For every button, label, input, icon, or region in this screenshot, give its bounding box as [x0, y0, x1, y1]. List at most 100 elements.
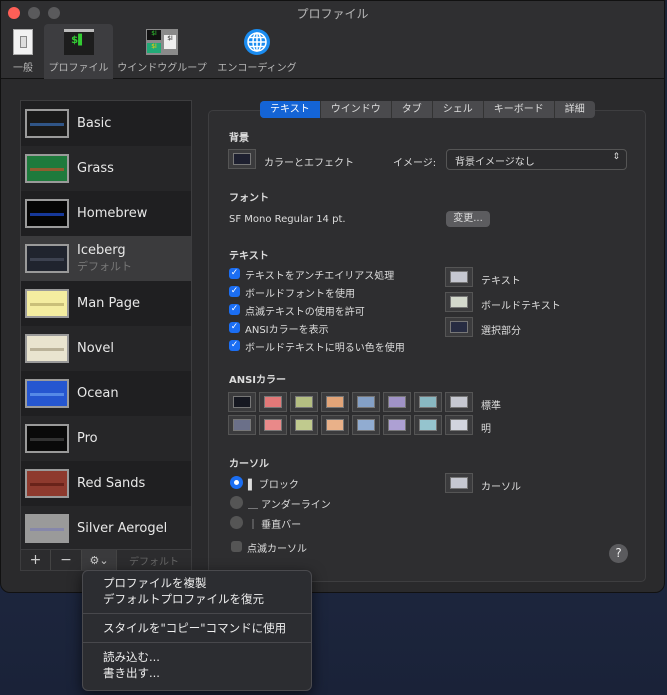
profile-item[interactable]: Man Page	[21, 281, 191, 326]
ansi-bright-color-well[interactable]	[352, 415, 380, 435]
cursor-color-well[interactable]	[445, 473, 473, 493]
profile-thumbnail	[25, 424, 69, 453]
ansi-bright-color-well[interactable]	[259, 415, 287, 435]
profile-item[interactable]: Iceberg デフォルト	[21, 236, 191, 281]
toolbar-label: エンコーディング	[217, 63, 297, 74]
chevron-updown-icon: ⇕	[612, 152, 620, 162]
ansi-bright-color-well[interactable]	[290, 415, 318, 435]
text-option-checkbox[interactable]: ✓	[229, 322, 240, 333]
switch-icon	[5, 28, 41, 56]
text-color-label: テキスト	[481, 276, 521, 287]
tab-advanced[interactable]: 詳細	[555, 101, 595, 118]
tab-bar: テキスト ウインドウ タブ シェル キーボード 詳細	[260, 101, 595, 118]
tab-text[interactable]: テキスト	[260, 101, 321, 118]
menu-item-restore-default-profiles[interactable]: デフォルトプロファイルを復元	[83, 591, 311, 607]
toolbar-label: 一般	[13, 63, 33, 74]
image-value: 背景イメージなし	[455, 157, 535, 168]
profile-thumbnail	[25, 154, 69, 183]
help-button[interactable]: ?	[609, 544, 628, 563]
toolbar-label: プロファイル	[48, 63, 109, 74]
tab-keyboard[interactable]: キーボード	[484, 101, 555, 118]
profile-item[interactable]: Grass	[21, 146, 191, 191]
ansi-normal-color-well[interactable]	[445, 392, 473, 412]
background-heading: 背景	[229, 133, 249, 144]
tab-window[interactable]: ウインドウ	[321, 101, 392, 118]
profile-name: Pro	[77, 431, 98, 446]
cursor-style-radio[interactable]	[230, 496, 243, 509]
profile-list-toolbar: + − ⚙⌄ デフォルト	[20, 549, 192, 571]
ansi-normal-color-well[interactable]	[228, 392, 256, 412]
text-option-checkbox[interactable]: ✓	[229, 268, 240, 279]
font-heading: フォント	[229, 193, 269, 204]
toolbar-profiles[interactable]: $▌ プロファイル	[44, 24, 113, 79]
profile-thumbnail	[25, 514, 69, 543]
change-font-button[interactable]: 変更...	[446, 211, 490, 227]
cursor-style-label: ＿ アンダーライン	[248, 500, 331, 511]
background-color-well[interactable]	[228, 149, 256, 169]
ansi-normal-color-well[interactable]	[352, 392, 380, 412]
preferences-window: プロファイル 一般 $▌ プロファイル $I $I $I ウインドウグループ エンコ…	[0, 0, 665, 593]
toolbar-label: ウインドウグループ	[117, 63, 207, 74]
set-default-button[interactable]: デフォルト	[117, 550, 191, 570]
menu-item-use-style-for-copy[interactable]: スタイルを"コピー"コマンドに使用	[83, 620, 311, 636]
window-group-icon: $I $I $I	[116, 28, 208, 56]
ansi-bright-color-well[interactable]	[228, 415, 256, 435]
text-color-label: ボールドテキスト	[481, 301, 561, 312]
gear-menu-button[interactable]: ⚙⌄	[82, 550, 117, 570]
text-option-label: ボールドテキストに明るい色を使用	[245, 343, 405, 354]
tab-tab[interactable]: タブ	[392, 101, 433, 118]
font-value: SF Mono Regular 14 pt.	[229, 214, 346, 225]
text-color-well[interactable]	[445, 317, 473, 337]
cursor-style-radio[interactable]	[230, 476, 243, 489]
menu-item-export[interactable]: 書き出す...	[83, 665, 311, 681]
ansi-bright-color-well[interactable]	[321, 415, 349, 435]
profile-item[interactable]: Red Sands	[21, 461, 191, 506]
profile-list[interactable]: Basic Grass Homebrew Iceberg デフォルト Man Page No…	[20, 100, 192, 550]
profile-name: Homebrew	[77, 206, 148, 221]
profile-thumbnail	[25, 289, 69, 318]
ansi-normal-color-well[interactable]	[290, 392, 318, 412]
profile-name: Silver Aerogel	[77, 521, 168, 536]
color-effect-label: カラーとエフェクト	[264, 158, 354, 169]
add-profile-button[interactable]: +	[21, 550, 51, 570]
text-option-checkbox[interactable]: ✓	[229, 340, 240, 351]
text-color-well[interactable]	[445, 292, 473, 312]
toolbar-window-groups[interactable]: $I $I $I ウインドウグループ	[116, 24, 208, 79]
ansi-bright-color-well[interactable]	[383, 415, 411, 435]
cursor-style-label: ｜ 垂直バー	[248, 520, 302, 531]
menu-item-duplicate-profile[interactable]: プロファイルを複製	[83, 575, 311, 591]
ansi-normal-color-well[interactable]	[259, 392, 287, 412]
text-option-label: テキストをアンチエイリアス処理	[245, 271, 395, 282]
profile-name: Novel	[77, 341, 114, 356]
ansi-normal-color-well[interactable]	[321, 392, 349, 412]
blink-cursor-checkbox[interactable]	[231, 541, 242, 552]
text-color-label: 選択部分	[481, 326, 521, 337]
remove-profile-button[interactable]: −	[51, 550, 82, 570]
ansi-bright-color-well[interactable]	[414, 415, 442, 435]
profile-item[interactable]: Basic	[21, 101, 191, 146]
tab-shell[interactable]: シェル	[433, 101, 484, 118]
title-bar: プロファイル 一般 $▌ プロファイル $I $I $I ウインドウグループ エンコ…	[1, 1, 664, 79]
ansi-normal-color-well[interactable]	[414, 392, 442, 412]
text-option-label: ボールドフォントを使用	[245, 289, 355, 300]
ansi-normal-color-well[interactable]	[383, 392, 411, 412]
profile-item[interactable]: Homebrew	[21, 191, 191, 236]
profile-thumbnail	[25, 379, 69, 408]
text-option-checkbox[interactable]: ✓	[229, 286, 240, 297]
text-option-label: ANSIカラーを表示	[245, 325, 329, 336]
menu-item-import[interactable]: 読み込む...	[83, 649, 311, 665]
text-option-checkbox[interactable]: ✓	[229, 304, 240, 315]
profile-item[interactable]: Ocean	[21, 371, 191, 416]
profile-item[interactable]: Pro	[21, 416, 191, 461]
background-image-select[interactable]: 背景イメージなし ⇕	[446, 149, 627, 170]
ansi-bright-color-well[interactable]	[445, 415, 473, 435]
profile-thumbnail	[25, 109, 69, 138]
profile-item[interactable]: Silver Aerogel	[21, 506, 191, 549]
cursor-style-radio[interactable]	[230, 516, 243, 529]
profile-item[interactable]: Novel	[21, 326, 191, 371]
menu-separator	[83, 642, 311, 643]
profile-name: Iceberg	[77, 243, 126, 258]
toolbar-general[interactable]: 一般	[5, 24, 41, 79]
toolbar-encodings[interactable]: エンコーディング	[211, 24, 303, 79]
text-color-well[interactable]	[445, 267, 473, 287]
